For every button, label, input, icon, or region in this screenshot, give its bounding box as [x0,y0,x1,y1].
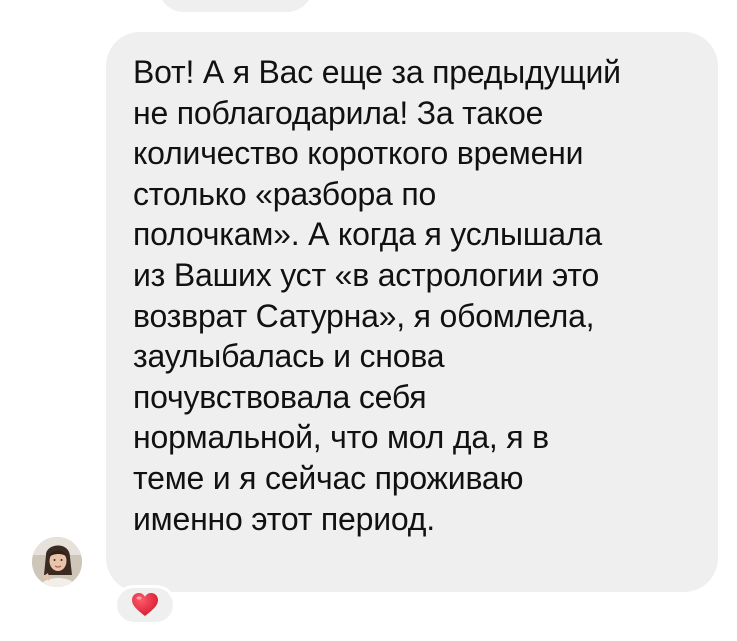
reaction-badge[interactable] [114,585,176,625]
message-bubble[interactable]: Вот! А я Вас еще за предыдущий не поблаг… [106,32,718,592]
red-heart-icon [132,593,158,616]
message-line: именно этот период. [133,500,435,537]
message-line: нормальной, что мол да, я в [133,419,549,456]
message-line: теме и я сейчас проживаю [133,459,524,496]
message-line: не поблагодарила! За такое [133,94,544,131]
message-line: столько «разбора по [133,175,437,212]
message-line: Вот! А я Вас еще за предыдущий [133,54,621,90]
message-line: заулыбалась и снова [133,338,445,375]
previous-message-bubble[interactable] [158,0,313,12]
message-line: полочкам». А когда я услышала [133,216,602,253]
chat-thread: Вот! А я Вас еще за предыдущий не поблаг… [0,0,737,641]
message-text: Вот! А я Вас еще за предыдущий не поблаг… [133,52,703,539]
sender-avatar[interactable] [32,537,82,587]
message-line: из Ваших уст «в астрологии это [133,256,600,293]
message-line: почувствовала себя [133,378,427,415]
avatar-photo-icon [32,537,82,587]
message-line: возврат Сатурна», я обомлела, [133,297,595,334]
message-line: количество короткого времени [133,135,584,172]
